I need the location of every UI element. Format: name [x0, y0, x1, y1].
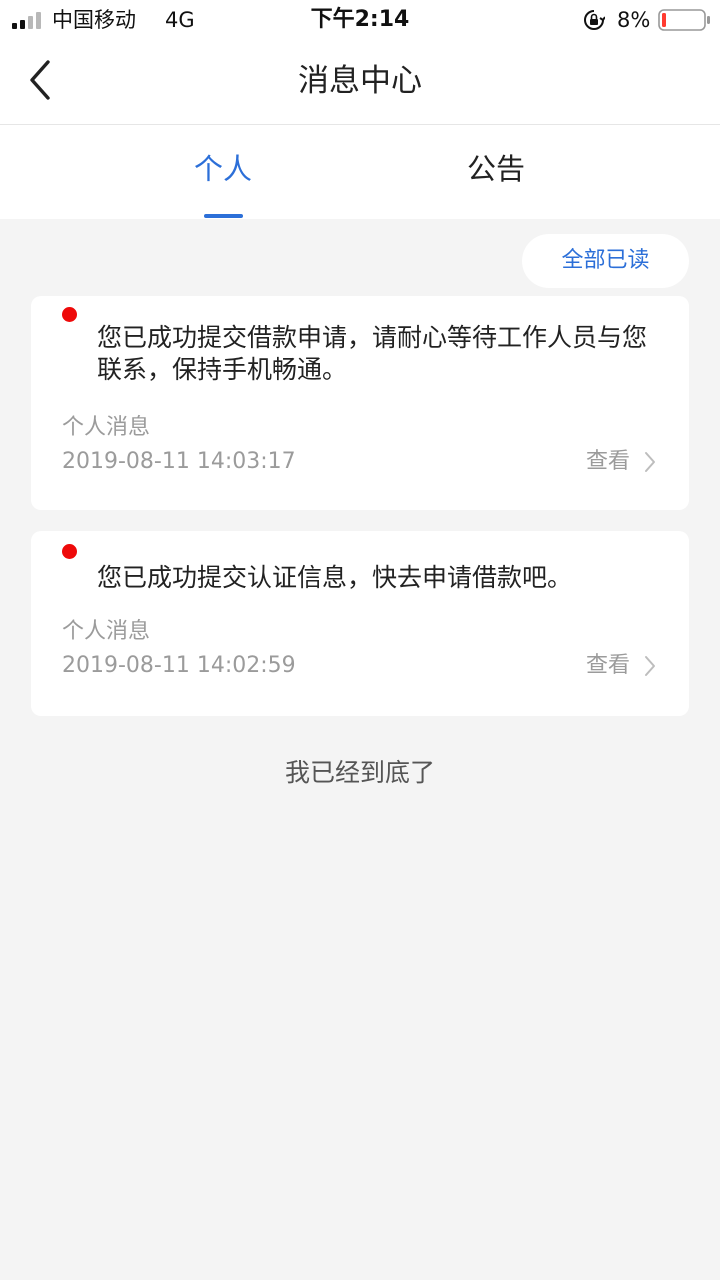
battery-percentage: 8% [617, 8, 651, 32]
message-text: 您已成功提交认证信息，快去申请借款吧。 [97, 563, 573, 592]
message-time: 2019-08-11 14:02:59 [62, 653, 296, 678]
unread-dot [62, 307, 77, 322]
status-bar: 中国移动 4G 下午2:14 8% [0, 0, 720, 40]
page-title: 消息中心 [298, 63, 422, 99]
active-tab-indicator [204, 214, 243, 218]
message-category: 个人消息 [62, 415, 151, 440]
message-time: 2019-08-11 14:03:17 [62, 449, 296, 474]
tab-personal[interactable]: 个人 [133, 149, 313, 189]
chevron-right-icon [645, 656, 655, 676]
orientation-lock-icon [584, 10, 605, 30]
status-time: 下午2:14 [310, 7, 410, 32]
end-of-list-note: 我已经到底了 [284, 758, 435, 787]
battery-icon [658, 9, 710, 31]
chevron-right-icon [645, 452, 655, 472]
message-card[interactable]: 您已成功提交借款申请，请耐心等待工作人员与您联系，保持手机畅通。 个人消息 20… [31, 296, 689, 510]
mark-all-read-button[interactable]: 全部已读 [522, 234, 689, 288]
unread-dot [62, 544, 77, 559]
message-card[interactable]: 您已成功提交认证信息，快去申请借款吧。 个人消息 2019-08-11 14:0… [31, 531, 689, 716]
message-text: 您已成功提交借款申请，请耐心等待工作人员与您联系，保持手机畅通。 [97, 323, 648, 384]
tab-announcements[interactable]: 公告 [406, 149, 586, 189]
nav-bar: 消息中心 [0, 40, 720, 125]
tab-bar: 个人 公告 [0, 125, 720, 219]
message-category: 个人消息 [62, 619, 151, 644]
